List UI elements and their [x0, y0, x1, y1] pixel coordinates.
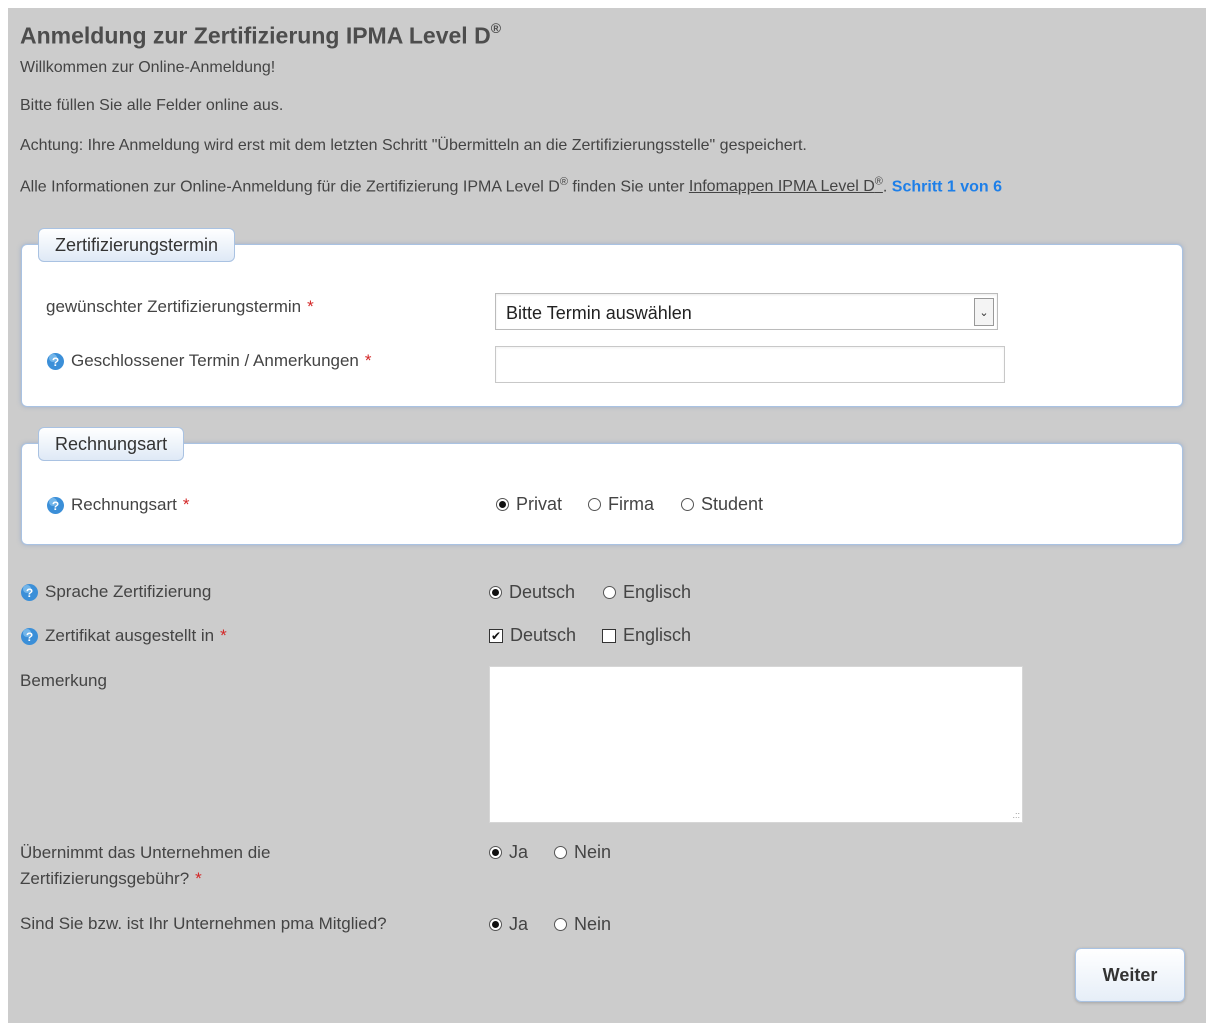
rechnungsart-student[interactable]: Student [681, 494, 763, 515]
gebuehr-nein[interactable]: Nein [554, 842, 611, 863]
closed-termin-label: ? Geschlossener Termin / Anmerkungen * [46, 351, 372, 371]
legend-rechnungsart: Rechnungsart [38, 427, 185, 461]
help-icon[interactable]: ? [20, 583, 39, 602]
resize-grip-icon[interactable]: .:: [1012, 810, 1020, 820]
chevron-down-icon[interactable]: ⌄ [974, 298, 994, 326]
weiter-button[interactable]: Weiter [1075, 948, 1185, 1002]
checkbox-checked[interactable]: ✔ [489, 628, 503, 643]
termin-select[interactable]: Bitte Termin auswählen ⌄ [495, 293, 998, 330]
svg-text:?: ? [52, 355, 59, 369]
zertifikat-englisch[interactable]: Englisch [602, 625, 691, 646]
help-icon[interactable]: ? [20, 627, 39, 646]
warning-text: Achtung: Ihre Anmeldung wird erst mit de… [20, 137, 807, 154]
zertifikat-label: ? Zertifikat ausgestellt in * [20, 626, 227, 646]
bemerkung-textarea[interactable]: .:: [489, 666, 1023, 823]
info-text: Alle Informationen zur Online-Anmeldung … [20, 176, 1003, 196]
mitglied-label: Sind Sie bzw. ist Ihr Unternehmen pma Mi… [20, 914, 387, 933]
sprache-englisch[interactable]: Englisch [603, 582, 691, 603]
instruction-text: Bitte füllen Sie alle Felder online aus. [20, 97, 284, 114]
closed-termin-input[interactable] [495, 346, 1005, 383]
svg-text:?: ? [52, 499, 59, 513]
rechnungsart-firma[interactable]: Firma [588, 494, 654, 515]
checkbox[interactable] [602, 628, 616, 643]
svg-text:?: ? [26, 586, 33, 600]
sprache-label: ? Sprache Zertifizierung [20, 582, 211, 602]
help-icon[interactable]: ? [46, 496, 65, 515]
radio-button[interactable] [489, 918, 502, 931]
step-indicator: Schritt 1 von 6 [891, 178, 1003, 196]
radio-button[interactable] [489, 846, 502, 859]
radio-button[interactable] [496, 498, 509, 511]
legend-zertifizierungstermin: Zertifizierungstermin [38, 228, 236, 262]
svg-text:?: ? [26, 630, 33, 644]
mitglied-nein[interactable]: Nein [554, 914, 611, 935]
gebuehr-label-line1: Übernimmt das Unternehmen die [20, 843, 271, 862]
radio-button[interactable] [603, 586, 616, 599]
radio-button[interactable] [554, 918, 567, 931]
bemerkung-label: Bemerkung [20, 671, 107, 690]
radio-button[interactable] [681, 498, 694, 511]
help-icon[interactable]: ? [46, 352, 65, 371]
zertifikat-deutsch[interactable]: ✔ Deutsch [489, 625, 576, 646]
rechnungsart-privat[interactable]: Privat [496, 494, 562, 515]
radio-button[interactable] [588, 498, 601, 511]
mitglied-ja[interactable]: Ja [489, 914, 528, 935]
rechnungsart-label: ? Rechnungsart * [46, 495, 189, 515]
gebuehr-ja[interactable]: Ja [489, 842, 528, 863]
radio-button[interactable] [554, 846, 567, 859]
infomappen-link[interactable]: Infomappen IPMA Level D® [689, 176, 883, 195]
radio-button[interactable] [489, 586, 502, 599]
page: Anmeldung zur Zertifizierung IPMA Level … [8, 8, 1206, 1023]
sprache-deutsch[interactable]: Deutsch [489, 582, 575, 603]
gebuehr-label-line2: Zertifizierungsgebühr? * [20, 869, 202, 888]
welcome-text: Willkommen zur Online-Anmeldung! [20, 59, 276, 76]
termin-label: gewünschter Zertifizierungstermin * [46, 297, 314, 316]
page-title: Anmeldung zur Zertifizierung IPMA Level … [20, 20, 502, 49]
